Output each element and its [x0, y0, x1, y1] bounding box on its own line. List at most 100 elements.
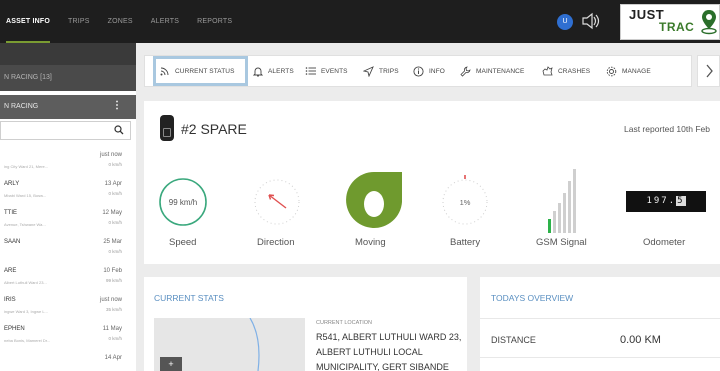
list-item[interactable]: IRIS ingwe Ward 3, Ingwe L... just now 3… [0, 293, 131, 322]
asset-tab-bar: CURRENT STATUS ALERTS EVENTS TRIPS INFO [144, 55, 692, 87]
todays-overview-card: TODAYS OVERVIEW DISTANCE 0.00 KM [480, 277, 720, 371]
sidebar-header-strip [0, 43, 136, 65]
asset-name: IRIS [4, 297, 16, 303]
odometer-display: 197.5 [626, 191, 706, 212]
bell-icon [253, 67, 263, 76]
asset-time: 10 Feb [103, 268, 122, 274]
list-item[interactable]: ARLY Mbabi Ward 15, Bosw... 13 Apr 0 km/… [0, 177, 131, 206]
asset-address: Avenue, Tshwane Wa... [4, 222, 46, 227]
tab-label: MAINTENANCE [476, 67, 525, 75]
asset-address: neba Bonis, Mamerei Dr... [4, 338, 51, 343]
asset-name: ARE [4, 268, 17, 274]
search-icon[interactable] [114, 125, 124, 135]
sidebar-selected-group[interactable]: N RACING ⋮ [0, 95, 136, 119]
speed-value: 99 km/h [169, 198, 197, 207]
asset-name: TTIE [4, 210, 17, 216]
list-item[interactable]: 14 Apr [0, 351, 131, 371]
asset-name: ARLY [4, 181, 20, 187]
overview-divider [480, 318, 720, 319]
tab-manage[interactable]: MANAGE [606, 56, 651, 86]
navigation-icon [363, 65, 374, 77]
asset-speed: 0 km/h [108, 191, 122, 196]
current-status-card: #2 SPARE Last reported 10th Feb 99 km/h … [144, 101, 720, 264]
tab-crashes[interactable]: CRASHES [542, 56, 590, 86]
asset-time: 12 May [102, 210, 122, 216]
asset-name: SAAN [4, 239, 21, 245]
tab-label: INFO [429, 67, 445, 75]
asset-sidebar: N RACING [13] N RACING ⋮ ing City Ward 2… [0, 43, 136, 371]
signal-icon [160, 67, 169, 76]
tab-label: MANAGE [622, 67, 651, 75]
asset-speed: 0 km/h [108, 220, 122, 225]
tab-label: EVENTS [321, 67, 348, 75]
sidebar-group-header[interactable]: N RACING [13] [0, 65, 136, 91]
asset-time: 14 Apr [104, 355, 122, 361]
asset-time: 13 Apr [104, 181, 122, 187]
todays-overview-heading: TODAYS OVERVIEW [491, 293, 574, 303]
location-pin-icon [701, 10, 717, 35]
asset-address: ing City Ward 21, Mere... [4, 164, 49, 169]
info-icon [413, 65, 424, 77]
asset-time: just now [99, 152, 122, 158]
distance-label: DISTANCE [491, 335, 536, 345]
topnav-alerts[interactable]: ALERTS [151, 0, 179, 43]
tab-label: CRASHES [558, 67, 591, 75]
tab-label: TRIPS [379, 67, 399, 75]
tab-alerts[interactable]: ALERTS [253, 56, 294, 86]
user-avatar[interactable]: U [557, 14, 573, 30]
tab-info[interactable]: INFO [413, 56, 445, 86]
crash-icon [542, 65, 553, 75]
list-item[interactable]: ARE Albert Luthuli Ward 23... 10 Feb 99 … [0, 264, 131, 293]
battery-gauge: 1% [442, 175, 488, 225]
moving-indicator [346, 172, 402, 228]
wrench-icon [460, 66, 471, 77]
battery-label: Battery [450, 237, 481, 248]
asset-list: ing City Ward 21, Mere... just now 0 km/… [0, 148, 131, 371]
last-reported-text: Last reported 10th Feb [623, 124, 710, 134]
tab-current-status[interactable]: CURRENT STATUS [153, 56, 248, 86]
top-nav-menu: ASSET INFO TRIPS ZONES ALERTS REPORTS [0, 0, 250, 43]
asset-speed: 0 km/h [108, 162, 122, 167]
tab-maintenance[interactable]: MAINTENANCE [460, 56, 524, 86]
tab-trips[interactable]: TRIPS [363, 56, 399, 86]
tab-label: ALERTS [268, 67, 294, 75]
map-zoom-in-button[interactable]: + [160, 357, 182, 371]
asset-title: #2 SPARE [181, 121, 247, 137]
speed-label: Speed [169, 237, 197, 248]
current-location-caption: CURRENT LOCATION [316, 320, 373, 326]
speed-gauge: 99 km/h [159, 178, 207, 226]
odometer-digits: 197. [646, 196, 677, 206]
gsm-signal-label: GSM Signal [536, 237, 587, 248]
sidebar-search-input[interactable] [0, 121, 131, 140]
topnav-zones[interactable]: ZONES [108, 0, 133, 43]
asset-time: just now [99, 297, 122, 303]
topnav-reports[interactable]: REPORTS [197, 0, 232, 43]
speaker-icon[interactable] [581, 12, 601, 35]
justtrac-logo[interactable]: JUST TRAC [620, 4, 720, 40]
list-item[interactable]: ing City Ward 21, Mere... just now 0 km/… [0, 148, 131, 177]
asset-address: Albert Luthuli Ward 23... [4, 280, 47, 285]
tabs-next-button[interactable] [697, 55, 720, 87]
sidebar-selected-label: N RACING [4, 103, 39, 110]
topnav-asset-info[interactable]: ASSET INFO [6, 0, 51, 43]
battery-value: 1% [460, 198, 471, 207]
direction-gauge [254, 179, 300, 225]
asset-speed: 0 km/h [108, 336, 122, 341]
asset-name: EPHEN [4, 326, 25, 332]
gsm-signal-bars [548, 169, 576, 233]
topnav-trips[interactable]: TRIPS [68, 0, 90, 43]
tab-events[interactable]: EVENTS [305, 56, 348, 86]
asset-speed: 99 km/h [105, 278, 122, 283]
list-item[interactable]: EPHEN neba Bonis, Mamerei Dr... 11 May 0… [0, 322, 131, 351]
list-item[interactable]: TTIE Avenue, Tshwane Wa... 12 May 0 km/h [0, 206, 131, 235]
list-item[interactable]: SAAN 25 Mar 0 km/h [0, 235, 131, 264]
direction-label: Direction [257, 237, 295, 248]
asset-time: 25 Mar [103, 239, 122, 245]
kebab-menu-icon[interactable]: ⋮ [112, 101, 122, 111]
gear-icon [606, 66, 617, 76]
moving-label: Moving [355, 237, 386, 248]
tab-label: CURRENT STATUS [175, 67, 235, 75]
asset-time: 11 May [102, 326, 122, 332]
top-navigation-bar: ASSET INFO TRIPS ZONES ALERTS REPORTS U … [0, 0, 720, 43]
current-stats-heading: CURRENT STATS [154, 293, 224, 303]
